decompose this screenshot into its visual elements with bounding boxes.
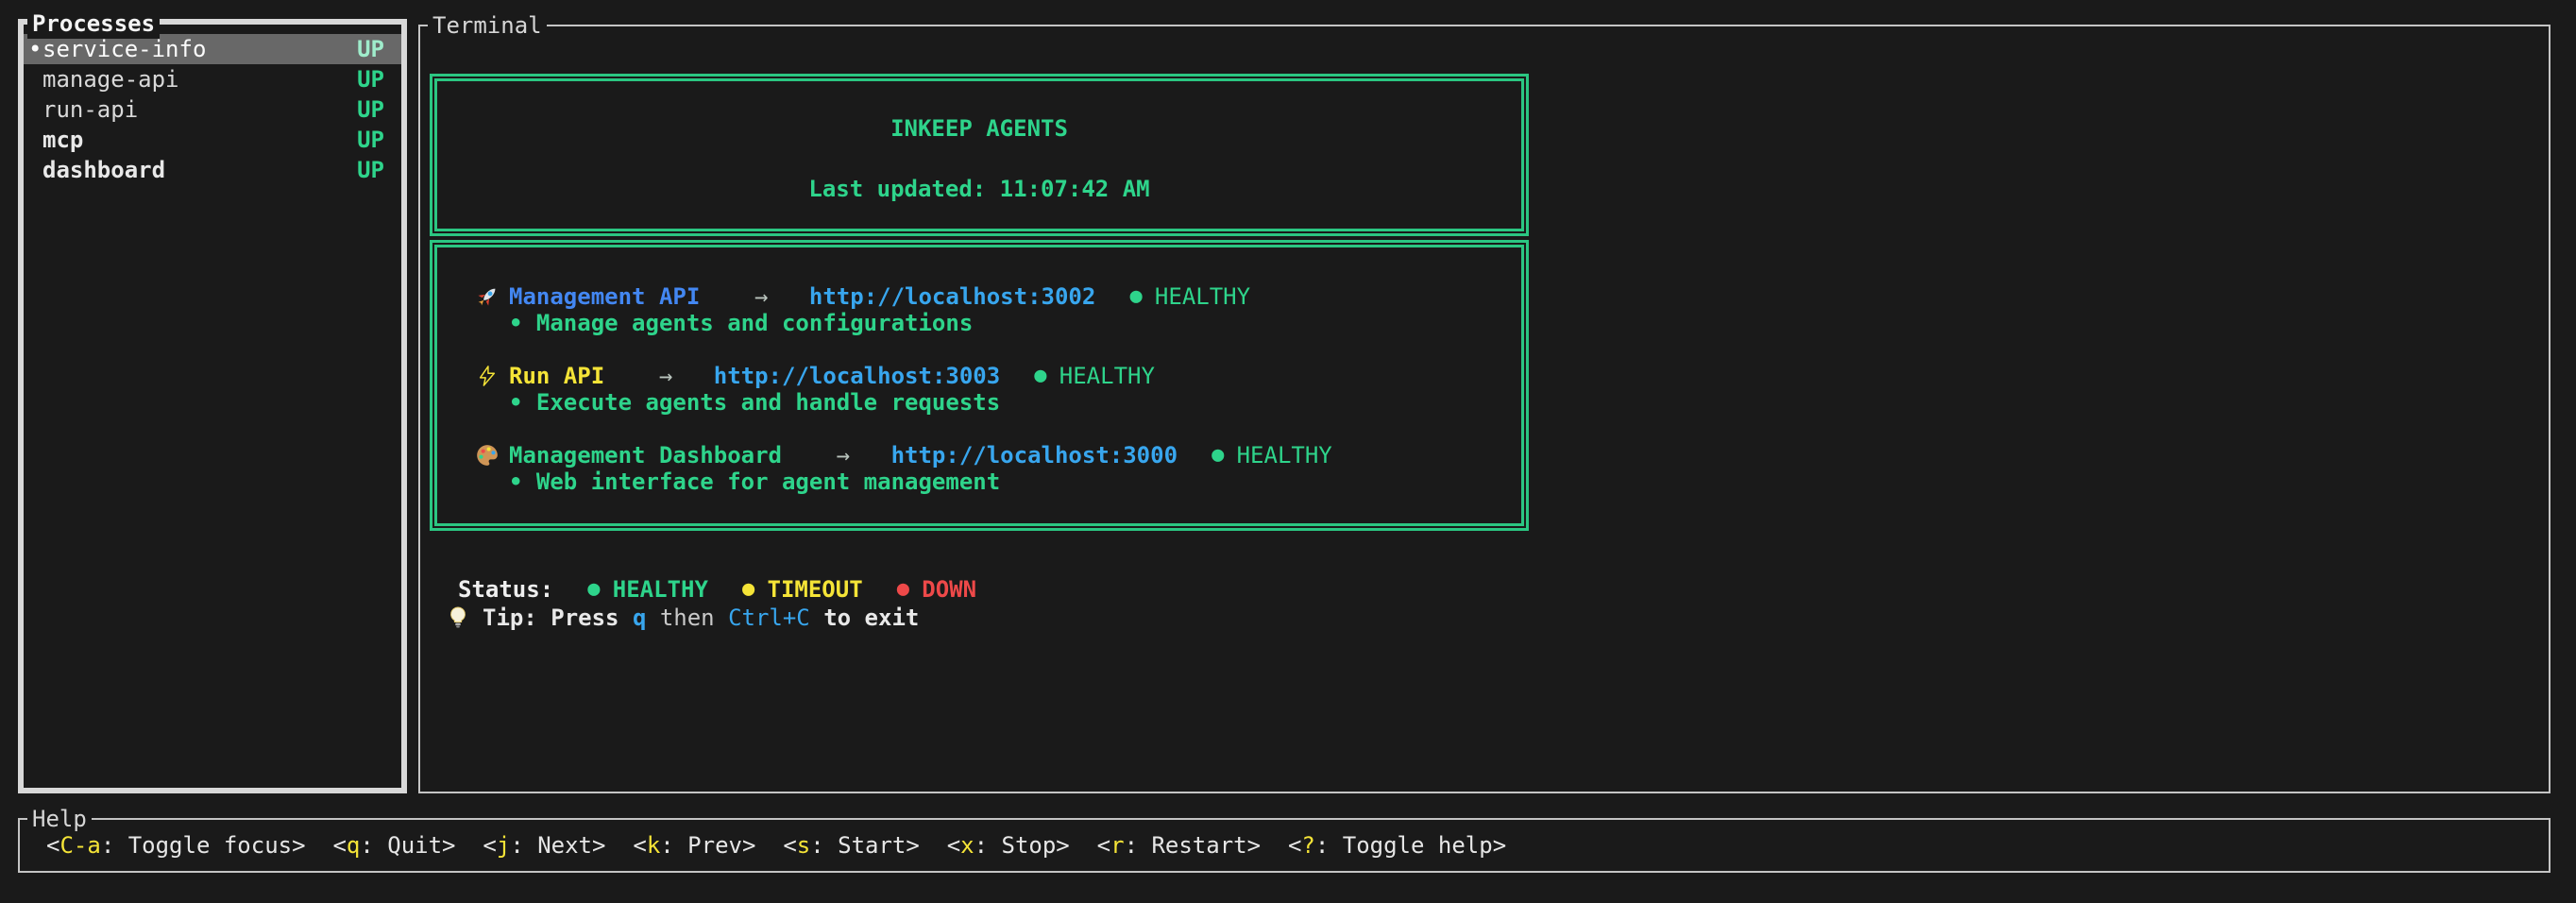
process-status-badge: UP [357,36,384,62]
down-dot-icon: ● [897,576,909,603]
services-box: Management API → http://localhost:3002 ●… [430,240,1529,531]
process-row-dashboard[interactable]: dashboard UP [24,155,401,185]
service-description: • Manage agents and configurations [509,310,1521,336]
process-name: manage-api [42,66,357,93]
health-dot-icon: ● [1129,283,1142,310]
service-name: Management API [509,283,700,310]
service-main-line: Management API → http://localhost:3002 ●… [473,283,1521,310]
arrow-icon: → [837,442,850,469]
help-shortcuts: <C-a: Toggle focus> <q: Quit> <j: Next> … [20,820,2549,871]
service-url[interactable]: http://localhost:3002 [809,283,1095,310]
service-name: Run API [509,363,604,389]
legend-label: DOWN [922,576,976,603]
arrow-icon: → [754,283,768,310]
health-label: HEALTHY [1059,363,1155,389]
healthy-dot-icon: ● [587,576,600,603]
last-updated: Last updated: 11:07:42 AM [437,176,1521,202]
service-entry-dashboard: Management Dashboard → http://localhost:… [473,442,1521,495]
service-description: • Web interface for agent management [509,469,1521,495]
status-legend: Status: ● HEALTHY ● TIMEOUT ● DOWN [458,576,2549,603]
process-status-badge: UP [357,127,384,153]
tip-text: then [660,605,715,631]
service-entry-management-api: Management API → http://localhost:3002 ●… [473,283,1521,336]
health-dot-icon: ● [1212,442,1224,469]
tip-key-q: q [633,605,646,631]
service-main-line: Management Dashboard → http://localhost:… [473,442,1521,469]
terminal-content: INKEEP AGENTS Last updated: 11:07:42 AM [420,26,2549,631]
timeout-dot-icon: ● [742,576,754,603]
terminal-pane[interactable]: Terminal INKEEP AGENTS Last updated: 11:… [418,25,2551,793]
process-row-manage-api[interactable]: manage-api UP [24,64,401,94]
legend-timeout: ● TIMEOUT [742,576,863,603]
legend-label: TIMEOUT [768,576,863,603]
service-name: Management Dashboard [509,442,782,469]
palette-icon [473,442,501,469]
legend-healthy: ● HEALTHY [587,576,708,603]
shortcut-toggle-help: <?: Toggle help> [1288,832,1506,859]
service-description: • Execute agents and handle requests [509,389,1521,416]
process-name: run-api [42,96,357,123]
processes-panel-title: Processes [27,9,160,39]
service-url[interactable]: http://localhost:3000 [891,442,1178,469]
shortcut-start: <s: Start> [783,832,920,859]
process-status-badge: UP [357,66,384,93]
process-status-badge: UP [357,96,384,123]
process-name: service-info [42,36,357,62]
processes-panel[interactable]: Processes • service-info UP manage-api U… [18,19,407,793]
process-row-mcp[interactable]: mcp UP [24,125,401,155]
shortcut-stop: <x: Stop> [947,832,1070,859]
zap-icon [473,363,501,389]
lightbulb-icon [445,605,471,631]
shortcut-restart: <r: Restart> [1097,832,1261,859]
health-label: HEALTHY [1237,442,1332,469]
status-legend-label: Status: [458,576,553,603]
arrow-icon: → [659,363,672,389]
agents-header-box: INKEEP AGENTS Last updated: 11:07:42 AM [430,74,1529,236]
shortcut-quit: <q: Quit> [332,832,455,859]
process-status-badge: UP [357,157,384,183]
help-bar: Help <C-a: Toggle focus> <q: Quit> <j: N… [18,818,2551,873]
legend-down: ● DOWN [897,576,976,603]
legend-label: HEALTHY [613,576,708,603]
tip-text: to exit [823,605,919,631]
process-name: dashboard [42,157,357,183]
help-panel-title: Help [27,804,92,834]
selected-bullet: • [28,36,42,62]
tip-line: Tip: Press q then Ctrl+C to exit [445,605,2549,631]
tip-text: Tip: Press [483,605,619,631]
service-entry-run-api: Run API → http://localhost:3003 ● HEALTH… [473,363,1521,416]
shortcut-prev: <k: Prev> [633,832,755,859]
service-main-line: Run API → http://localhost:3003 ● HEALTH… [473,363,1521,389]
shortcut-toggle-focus: <C-a: Toggle focus> [46,832,306,859]
terminal-panel-title: Terminal [428,10,547,41]
app-title: INKEEP AGENTS [437,115,1521,142]
tip-key-ctrl-c: Ctrl+C [728,605,810,631]
health-dot-icon: ● [1034,363,1046,389]
health-label: HEALTHY [1155,283,1250,310]
rocket-icon [473,283,501,310]
process-list: • service-info UP manage-api UP run-api … [24,34,401,185]
process-name: mcp [42,127,357,153]
service-url[interactable]: http://localhost:3003 [714,363,1000,389]
process-row-run-api[interactable]: run-api UP [24,94,401,125]
shortcut-next: <j: Next> [483,832,605,859]
